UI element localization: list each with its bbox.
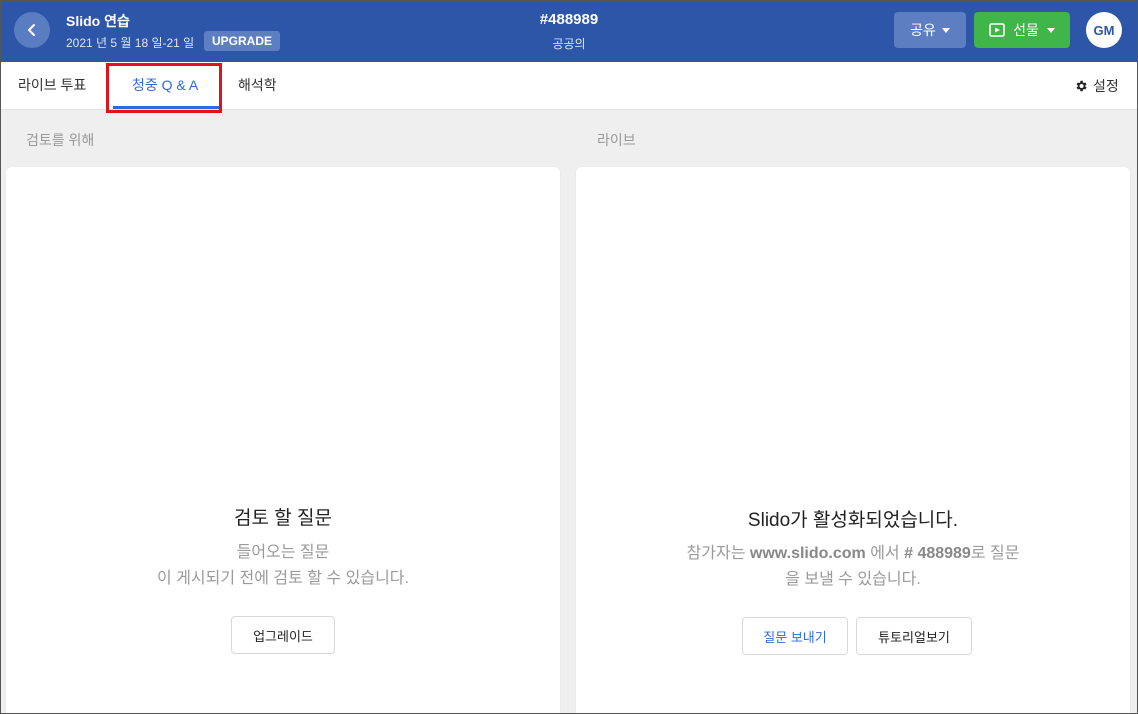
- gear-icon: [1076, 80, 1087, 92]
- avatar[interactable]: GM: [1086, 12, 1122, 48]
- share-label: 공유: [910, 22, 936, 38]
- live-desc-prefix: 참가자는: [686, 545, 750, 562]
- slido-url: www.slido.com: [749, 545, 866, 562]
- event-code: #488989: [539, 11, 599, 28]
- settings-button[interactable]: 설정: [1074, 62, 1119, 110]
- top-header: Slido 연습 2021 년 5 월 18 일-21 일 UPGRADE #4…: [0, 0, 1138, 62]
- share-button[interactable]: 공유: [894, 12, 966, 48]
- tab-analytics[interactable]: 해석학: [238, 62, 277, 110]
- present-button[interactable]: 선물: [974, 12, 1070, 48]
- live-title-rest: 가 활성화되었습니다.: [790, 510, 959, 531]
- event-code-inline: # 488989: [904, 545, 971, 562]
- live-description: 참가자는 www.slido.com 에서 # 488989로 질문 을 보낼 …: [576, 541, 1130, 593]
- caret-down-icon: [941, 27, 950, 33]
- review-title: 검토 할 질문: [234, 508, 332, 529]
- tab-bar: 라이브 투표 청중 Q & A 해석학 설정: [0, 62, 1138, 113]
- live-title-brand: Slido: [747, 510, 791, 531]
- review-description: 들어오는 질문 이 게시되기 전에 검토 할 수 있습니다.: [6, 540, 560, 592]
- settings-label: 설정: [1093, 78, 1119, 94]
- upgrade-button[interactable]: 업그레이드: [231, 616, 335, 654]
- send-question-button[interactable]: 질문 보내기: [742, 617, 848, 655]
- review-desc-line1: 들어오는 질문: [236, 544, 330, 561]
- live-desc-mid: 에서: [865, 545, 905, 562]
- live-panel: Slido가 활성화되었습니다. 참가자는 www.slido.com 에서 #…: [576, 167, 1130, 714]
- live-desc-suffix: 로 질문: [970, 545, 1020, 562]
- event-name: 공공의: [552, 37, 586, 51]
- live-desc-line1: 참가자는 www.slido.com 에서 # 488989로 질문: [576, 541, 1130, 567]
- tab-live-polls[interactable]: 라이브 투표: [18, 62, 86, 110]
- present-label: 선물: [1013, 22, 1039, 38]
- review-column-label: 검토를 위해: [26, 132, 95, 148]
- present-icon: [989, 23, 1005, 37]
- live-desc-line2: 을 보낼 수 있습니다.: [785, 571, 921, 588]
- review-desc-line2: 이 게시되기 전에 검토 할 수 있습니다.: [157, 570, 409, 587]
- live-title: Slido가 활성화되었습니다.: [576, 505, 1130, 532]
- tab-highlight-box: [106, 63, 222, 113]
- live-column-label: 라이브: [597, 132, 636, 148]
- caret-down-icon: [1046, 27, 1055, 33]
- review-panel: 검토 할 질문 들어오는 질문 이 게시되기 전에 검토 할 수 있습니다. 업…: [6, 167, 560, 714]
- tutorial-button[interactable]: 튜토리얼보기: [856, 617, 972, 655]
